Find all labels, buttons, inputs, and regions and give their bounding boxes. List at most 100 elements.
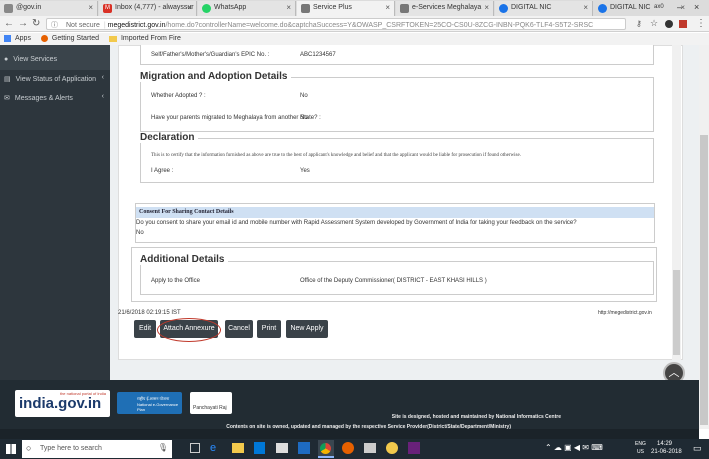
extension-icon[interactable] [679, 20, 687, 28]
windows-taskbar: ○ Type here to search 🎙 e ⌃ ☁ ▣ ◀ ✉ ⌨ EN… [0, 439, 709, 459]
site-footer: the national portal of India india.gov.i… [0, 380, 699, 430]
footer-credit: Site is designed, hosted and maintained … [391, 414, 561, 420]
agree-label: I Agree : [151, 168, 174, 174]
app-icon[interactable] [364, 443, 376, 453]
folder-icon [108, 35, 117, 42]
footer-bottom-strip [0, 429, 699, 439]
browser-tab[interactable]: M Inbox (4,777) - alwayssur × [99, 1, 197, 16]
bookmark-imported[interactable]: Imported From Fire [121, 35, 181, 42]
url-host: megedistrict.gov.in [107, 22, 166, 29]
panchayati-raj-logo[interactable]: Panchayati Raj [190, 392, 232, 414]
edit-button[interactable]: Edit [134, 320, 156, 338]
app-icon[interactable] [386, 442, 398, 454]
migration-fieldset [140, 77, 654, 132]
consent-heading: Consent For Sharing Contact Details [136, 207, 654, 218]
negp-logo[interactable]: राष्ट्रीय ई-शासन योजना National e-Govern… [117, 392, 182, 414]
print-button[interactable]: Print [257, 320, 281, 338]
mail-icon[interactable] [276, 443, 288, 453]
taskbar-search-input[interactable]: ○ Type here to search 🎙 [22, 440, 172, 458]
word-icon[interactable] [298, 442, 310, 454]
browser-tab[interactable]: e-Services Meghalaya × [396, 1, 494, 16]
new-apply-button[interactable]: New Apply [286, 320, 328, 338]
globe-icon [598, 4, 607, 13]
language-label[interactable]: ENG [635, 441, 646, 447]
page-scrollbar[interactable] [699, 45, 709, 429]
sidebar-item-view-status[interactable]: ▤ View Status of Application ‹ [0, 70, 110, 89]
task-view-icon[interactable] [190, 443, 200, 453]
india-gov-logo[interactable]: the national portal of India india.gov.i… [15, 390, 110, 417]
info-icon[interactable]: ⓘ [51, 22, 58, 29]
browser-tab[interactable]: DIGITAL NIC × [594, 1, 689, 16]
windows-start-icon[interactable] [6, 444, 16, 454]
scrollbar-thumb[interactable] [700, 135, 708, 425]
file-explorer-icon[interactable] [232, 443, 244, 453]
browser-tab[interactable]: WhatsApp × [198, 1, 296, 16]
declaration-heading: Declaration [140, 132, 199, 143]
close-icon[interactable]: × [286, 3, 291, 12]
highlight-circle [157, 318, 221, 342]
search-icon: ○ [26, 443, 32, 453]
adopted-label: Whether Adopted ? : [151, 93, 206, 99]
close-icon[interactable]: × [385, 3, 390, 12]
circle-icon: ● [4, 56, 9, 63]
adopted-value: No [300, 93, 308, 99]
edge-icon[interactable]: e [210, 442, 222, 454]
reload-icon[interactable]: ↻ [32, 18, 40, 29]
sidebar-item-label: View Services [13, 56, 58, 63]
browser-tab[interactable]: @gov.in × [0, 1, 98, 16]
bookmark-apps[interactable]: Apps [15, 35, 31, 42]
sidebar-item-messages[interactable]: ✉ Messages & Alerts ‹ [0, 89, 110, 108]
consent-question: Do you consent to share your email id an… [136, 220, 577, 226]
whatsapp-icon [202, 4, 211, 13]
star-icon[interactable]: ☆ [650, 18, 658, 29]
region-label[interactable]: US [637, 449, 644, 455]
back-icon[interactable]: ← [4, 18, 14, 29]
url-input[interactable]: ⓘ Not secure | megedistrict.gov.in/home.do… [46, 18, 626, 30]
additional-heading: Additional Details [140, 254, 229, 265]
migration-heading: Migration and Adoption Details [140, 71, 292, 82]
chrome-icon[interactable] [318, 440, 334, 458]
panel-scrollbar[interactable] [672, 45, 681, 360]
sidebar-item-label: View Status of Application [15, 76, 97, 83]
forward-icon[interactable]: → [18, 18, 28, 29]
browser-tab-active[interactable]: Service Plus × [297, 1, 395, 16]
bookmark-getting-started[interactable]: Getting Started [52, 35, 99, 42]
agree-value: Yes [300, 168, 310, 174]
microphone-icon[interactable]: 🎙 [158, 443, 168, 452]
tab-label: DIGITAL NIC [610, 4, 651, 11]
firefox-icon[interactable] [342, 442, 354, 454]
store-icon[interactable] [254, 442, 265, 454]
chrome-logo [320, 443, 331, 454]
url-path: /home.do?controllerName=welcome.do&captc… [165, 22, 594, 29]
system-tray-icons[interactable]: ⌃ ☁ ▣ ◀ ✉ ⌨ [545, 443, 603, 452]
cancel-button[interactable]: Cancel [225, 320, 253, 338]
address-bar-row: ← → ↻ ⓘ Not secure | megedistrict.gov.in/h… [0, 16, 709, 32]
bookmarks-bar: Apps Getting Started Imported From Fire [0, 33, 709, 45]
notification-icon[interactable]: ▭ [693, 443, 702, 454]
apps-icon [4, 35, 11, 42]
profile-name: ax0 [654, 4, 664, 10]
visual-studio-icon[interactable] [408, 442, 420, 454]
key-icon[interactable]: ⚷ [636, 19, 642, 28]
browser-tab[interactable]: DIGITAL NIC × [495, 1, 593, 16]
minimize-icon[interactable]: – [677, 2, 682, 12]
logo-text: india.gov.in [19, 395, 102, 412]
timestamp: 21/6/2018 02:19:15 IST [118, 310, 181, 316]
consent-value: No [136, 230, 144, 236]
chevron-left-icon: ‹ [101, 74, 104, 81]
close-window-icon[interactable]: × [694, 2, 699, 12]
epic-label: Self/Father's/Mother's/Guardian's EPIC N… [151, 52, 270, 58]
close-icon[interactable]: × [88, 3, 93, 12]
migrated-value: No [300, 115, 308, 121]
clock-date[interactable]: 21-06-2018 [651, 449, 682, 455]
close-icon[interactable]: × [187, 3, 192, 12]
tab-label: @gov.in [16, 4, 42, 11]
sidebar-item-view-services[interactable]: ● View Services [0, 51, 110, 70]
close-icon[interactable]: × [583, 3, 588, 12]
declaration-text: This is to certify that the information … [151, 153, 521, 158]
scrollbar-thumb[interactable] [673, 270, 680, 355]
extension-icon[interactable] [665, 20, 673, 28]
close-icon[interactable]: × [484, 3, 489, 12]
menu-icon[interactable]: ⋮ [696, 18, 706, 29]
clock-time[interactable]: 14:29 [657, 441, 672, 447]
